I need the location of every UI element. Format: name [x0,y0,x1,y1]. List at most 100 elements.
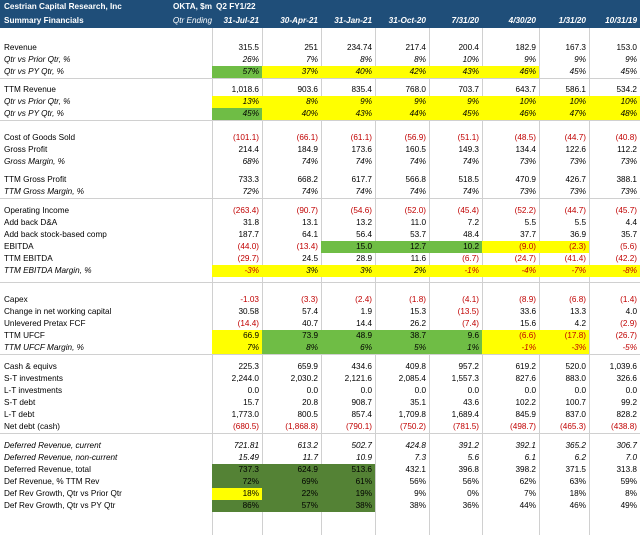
table-cell[interactable]: 149.3 [429,144,482,156]
table-cell[interactable]: 74% [429,186,482,198]
table-cell[interactable]: (101.1) [212,132,262,144]
table-cell[interactable]: 315.5 [212,42,262,54]
table-cell[interactable]: 0.0 [321,385,375,397]
table-cell[interactable]: 432.1 [375,464,429,476]
table-cell[interactable]: 7% [212,342,262,354]
table-cell[interactable]: 37.7 [482,229,539,241]
table-cell[interactable]: 22% [262,488,321,500]
table-cell[interactable]: 69% [262,476,321,488]
table-cell[interactable]: (6.6) [482,330,539,342]
table-cell[interactable]: 234.74 [321,42,375,54]
table-cell[interactable]: -1.03 [212,294,262,306]
table-cell[interactable]: 46% [539,500,589,512]
table-cell[interactable]: 7% [482,488,539,500]
table-cell[interactable]: 36.9 [539,229,589,241]
table-cell[interactable]: (52.2) [482,205,539,217]
table-cell[interactable]: 7% [262,54,321,66]
table-cell[interactable]: 883.0 [539,373,589,385]
table-cell[interactable]: 26.2 [375,318,429,330]
table-cell[interactable]: 74% [321,186,375,198]
table-cell[interactable]: 0.0 [262,385,321,397]
table-cell[interactable]: 8% [262,342,321,354]
table-cell[interactable]: 15.49 [212,452,262,464]
table-cell[interactable]: 703.7 [429,84,482,96]
table-cell[interactable]: 73% [539,156,589,168]
table-cell[interactable]: 61% [321,476,375,488]
table-cell[interactable]: 13.2 [321,217,375,229]
table-cell[interactable]: 502.7 [321,440,375,452]
table-cell[interactable]: 3% [321,265,375,277]
table-cell[interactable]: 35.7 [589,229,640,241]
table-cell[interactable]: (9.0) [482,241,539,253]
table-cell[interactable]: 586.1 [539,84,589,96]
table-cell[interactable]: 11.6 [375,253,429,265]
table-cell[interactable]: (24.7) [482,253,539,265]
table-cell[interactable]: 8% [321,54,375,66]
table-cell[interactable]: (51.1) [429,132,482,144]
table-cell[interactable]: 2% [375,265,429,277]
table-cell[interactable]: 33.6 [482,306,539,318]
table-cell[interactable]: 398.2 [482,464,539,476]
table-cell[interactable]: (2.3) [539,241,589,253]
table-cell[interactable]: 4.2 [539,318,589,330]
table-cell[interactable]: -7% [539,265,589,277]
table-cell[interactable]: 800.5 [262,409,321,421]
table-cell[interactable]: (44.7) [539,205,589,217]
table-cell[interactable]: (66.1) [262,132,321,144]
table-cell[interactable]: (14.4) [212,318,262,330]
table-cell[interactable]: 15.7 [212,397,262,409]
table-cell[interactable]: 73% [482,186,539,198]
table-cell[interactable]: 20.8 [262,397,321,409]
table-cell[interactable]: 74% [262,186,321,198]
table-cell[interactable]: (5.6) [589,241,640,253]
table-cell[interactable]: 1,018.6 [212,84,262,96]
table-cell[interactable]: -3% [539,342,589,354]
table-cell[interactable]: 66.9 [212,330,262,342]
table-cell[interactable]: 57.4 [262,306,321,318]
table-cell[interactable]: 57% [262,500,321,512]
table-cell[interactable]: 9% [429,96,482,108]
table-cell[interactable]: 74% [429,156,482,168]
table-cell[interactable]: -3% [212,265,262,277]
table-cell[interactable]: (40.8) [589,132,640,144]
table-cell[interactable]: 45% [589,66,640,78]
table-cell[interactable]: 371.5 [539,464,589,476]
table-cell[interactable]: (680.5) [212,421,262,433]
table-cell[interactable]: 217.4 [375,42,429,54]
table-cell[interactable]: 14.4 [321,318,375,330]
table-cell[interactable]: 1,039.6 [589,361,640,373]
table-cell[interactable]: (6.7) [429,253,482,265]
table-cell[interactable]: 9% [482,54,539,66]
table-cell[interactable]: 835.4 [321,84,375,96]
table-cell[interactable]: 534.2 [589,84,640,96]
table-cell[interactable]: 10% [589,96,640,108]
table-cell[interactable]: 513.6 [321,464,375,476]
table-cell[interactable]: 520.0 [539,361,589,373]
table-cell[interactable]: 326.6 [589,373,640,385]
table-cell[interactable]: 7.3 [375,452,429,464]
table-cell[interactable]: 426.7 [539,174,589,186]
table-cell[interactable]: 19% [321,488,375,500]
table-cell[interactable]: 13.3 [539,306,589,318]
table-cell[interactable]: 313.8 [589,464,640,476]
table-cell[interactable]: 2,121.6 [321,373,375,385]
table-cell[interactable]: 38% [375,500,429,512]
table-cell[interactable]: 15.6 [482,318,539,330]
table-cell[interactable]: 38.7 [375,330,429,342]
table-cell[interactable]: 306.7 [589,440,640,452]
table-cell[interactable]: 0.0 [375,385,429,397]
table-cell[interactable]: -5% [589,342,640,354]
table-cell[interactable]: 100.7 [539,397,589,409]
table-cell[interactable]: 214.4 [212,144,262,156]
table-cell[interactable]: 36% [429,500,482,512]
table-cell[interactable]: 72% [212,186,262,198]
table-cell[interactable]: 9% [539,54,589,66]
table-cell[interactable]: 643.7 [482,84,539,96]
table-cell[interactable]: 9% [375,96,429,108]
table-cell[interactable]: 9% [321,96,375,108]
table-cell[interactable]: 11.7 [262,452,321,464]
table-cell[interactable]: (2.4) [321,294,375,306]
table-cell[interactable]: 10.2 [429,241,482,253]
table-cell[interactable]: 957.2 [429,361,482,373]
table-cell[interactable]: 153.0 [589,42,640,54]
